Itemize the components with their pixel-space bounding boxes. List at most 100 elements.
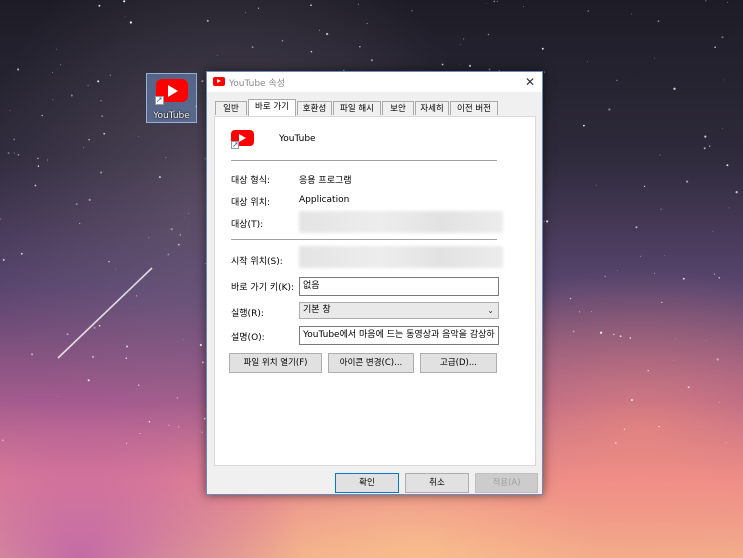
star [673, 359, 674, 361]
star [30, 353, 34, 356]
star [178, 426, 180, 428]
star [654, 273, 655, 274]
star [714, 46, 716, 48]
star [188, 213, 189, 214]
star [88, 198, 91, 202]
star [17, 68, 20, 71]
tab-previous-versions[interactable]: 이전 버전 [450, 101, 498, 115]
star [709, 145, 711, 147]
star [682, 277, 685, 280]
star [129, 21, 133, 24]
star [686, 180, 689, 183]
start-in-field-redacted[interactable] [299, 246, 503, 268]
star [544, 418, 546, 420]
star [366, 22, 368, 24]
star [616, 79, 618, 81]
star [126, 345, 128, 348]
star [569, 297, 572, 300]
star [654, 57, 655, 59]
apply-button[interactable]: 적용(A) [475, 473, 538, 493]
star [0, 218, 1, 220]
star [168, 424, 170, 426]
target-location-label: 대상 위치: [231, 198, 271, 208]
star [7, 152, 10, 155]
star [197, 430, 199, 431]
star [60, 64, 62, 66]
close-button[interactable]: ✕ [522, 74, 538, 90]
tab-general[interactable]: 일반 [215, 101, 247, 115]
star [623, 428, 626, 430]
target-field-redacted[interactable] [299, 211, 503, 233]
star [101, 115, 104, 118]
shortcut-key-label: 바로 가기 키(K): [231, 283, 295, 293]
tab-details[interactable]: 자세히 [415, 101, 449, 115]
advanced-button[interactable]: 고급(D)... [420, 353, 497, 373]
star [201, 361, 204, 364]
star [52, 72, 53, 74]
star [723, 79, 725, 81]
star [485, 3, 487, 4]
star [687, 386, 690, 389]
star [543, 220, 545, 222]
tab-file-hash[interactable]: 파일 해시 [333, 101, 381, 115]
star [675, 338, 676, 340]
target-type-value: 응용 프로그램 [299, 176, 352, 186]
star [721, 36, 724, 39]
star [41, 114, 43, 117]
star [115, 268, 116, 270]
cancel-button[interactable]: 취소 [405, 473, 469, 493]
star [608, 108, 611, 111]
star [630, 398, 633, 402]
desktop-youtube-shortcut[interactable]: YouTube [146, 73, 197, 123]
star [52, 99, 54, 101]
change-icon-button[interactable]: 아이콘 변경(C)... [328, 353, 414, 373]
ok-button[interactable]: 확인 [335, 473, 399, 493]
star [572, 330, 575, 333]
star [595, 185, 597, 186]
star [47, 159, 49, 161]
app-icon [231, 130, 255, 150]
separator [231, 160, 497, 161]
star [726, 164, 729, 167]
tab-shortcut[interactable]: 바로 가기 [248, 99, 296, 116]
star [523, 6, 524, 8]
star [281, 39, 284, 42]
star [359, 46, 361, 48]
star [199, 343, 202, 347]
star [544, 71, 545, 73]
target-location-value: Application [299, 195, 350, 205]
star [103, 132, 106, 135]
star [125, 357, 128, 360]
star [462, 38, 465, 40]
star [13, 138, 16, 141]
star [703, 147, 706, 150]
star [657, 20, 660, 23]
star [17, 153, 20, 156]
tab-security[interactable]: 보안 [382, 101, 414, 115]
star [599, 331, 603, 334]
star [591, 311, 592, 312]
star [659, 154, 661, 156]
star [206, 19, 209, 22]
star [245, 12, 246, 13]
comment-input[interactable]: YouTube에서 마음에 드는 동영상과 음악을 감상하 [299, 326, 499, 345]
tab-compatibility[interactable]: 호환성 [297, 101, 332, 115]
star [87, 379, 90, 382]
shortcut-key-input[interactable]: 없음 [299, 277, 499, 296]
star [183, 339, 184, 340]
star [123, 0, 126, 3]
star [108, 260, 110, 263]
star [716, 358, 719, 361]
star [370, 59, 373, 62]
star [98, 324, 101, 327]
star [630, 13, 632, 15]
star [712, 231, 714, 232]
star [167, 253, 170, 256]
star [165, 157, 167, 159]
run-select[interactable]: 기본 창 ⌄ [299, 302, 499, 319]
star [663, 255, 665, 257]
star [70, 94, 73, 97]
title-bar[interactable]: YouTube 속성 ✕ [207, 72, 542, 92]
open-file-location-button[interactable]: 파일 위치 열기(F) [229, 353, 322, 373]
star [136, 295, 138, 297]
